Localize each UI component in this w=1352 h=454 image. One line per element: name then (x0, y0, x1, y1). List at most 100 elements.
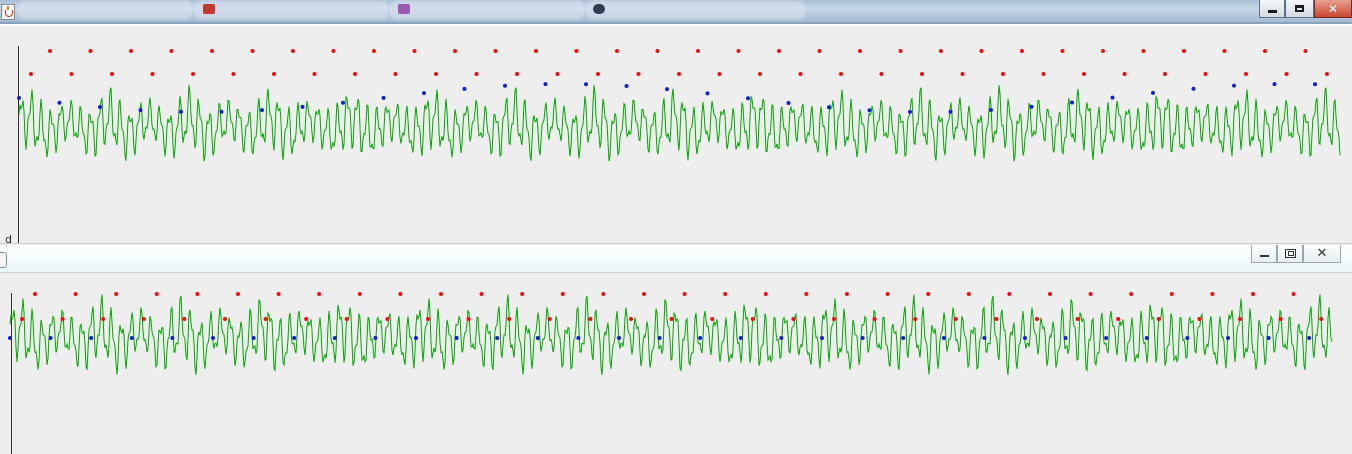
peak-marker (520, 292, 525, 296)
peak-marker (182, 317, 187, 321)
peak-marker (717, 72, 722, 76)
peak-marker (839, 72, 843, 76)
peak-marker (926, 292, 931, 296)
peak-marker (939, 49, 943, 53)
signal-line (18, 85, 1341, 162)
peak-marker (507, 317, 512, 321)
peak-marker (263, 317, 268, 321)
baseline-marker (454, 336, 459, 340)
peak-marker (555, 72, 560, 76)
peak-marker (1319, 317, 1324, 321)
close-button[interactable]: ✕ (1314, 0, 1352, 18)
baseline-marker (1232, 83, 1236, 88)
restore-button[interactable] (1277, 245, 1303, 263)
baseline-marker (300, 104, 305, 109)
peak-marker (677, 72, 681, 76)
minimize-button[interactable] (1259, 0, 1285, 18)
peak-marker (372, 49, 376, 53)
peak-marker (353, 72, 357, 76)
peak-marker (763, 292, 768, 296)
peak-marker (1238, 317, 1242, 321)
background-tab (20, 2, 190, 18)
marker-group (8, 292, 1324, 340)
peak-marker (798, 72, 803, 76)
baseline-marker (901, 336, 906, 340)
peak-marker (1048, 292, 1052, 296)
peak-marker (33, 292, 37, 296)
maximize-button[interactable] (1285, 0, 1314, 18)
baseline-marker (746, 96, 750, 101)
baseline-marker (989, 107, 993, 112)
peak-marker (231, 72, 236, 76)
peak-marker (588, 317, 593, 321)
peak-marker (1035, 317, 1039, 321)
peak-marker (1060, 49, 1065, 53)
frame-icon[interactable] (0, 252, 7, 268)
peak-marker (1141, 49, 1146, 53)
peak-marker (636, 72, 641, 76)
baseline-marker (786, 101, 791, 106)
peak-marker (110, 72, 114, 76)
baseline-marker (617, 336, 621, 340)
baseline-marker (779, 336, 784, 340)
peak-marker (479, 292, 484, 296)
peak-marker (669, 317, 674, 321)
java-app-icon[interactable] (1, 4, 15, 20)
baseline-marker (1070, 100, 1074, 105)
title-bar[interactable]: ✕ (0, 0, 1352, 24)
peak-marker (1182, 49, 1186, 53)
peak-marker (1222, 49, 1227, 53)
baseline-marker (462, 86, 467, 91)
app-icon (203, 4, 215, 14)
baseline-marker (948, 109, 953, 114)
peak-marker (236, 292, 240, 296)
baseline-marker (98, 105, 102, 110)
baseline-marker (827, 105, 831, 110)
baseline-marker (738, 336, 743, 340)
peak-marker (412, 49, 417, 53)
peak-marker (845, 292, 849, 296)
minimize-button[interactable] (1251, 245, 1277, 263)
peak-marker (101, 317, 106, 321)
restore-icon (1284, 249, 1296, 258)
close-icon: ✕ (1316, 246, 1328, 261)
peak-marker (1244, 72, 1248, 76)
peak-marker (29, 72, 33, 76)
baseline-marker (1313, 82, 1317, 87)
peak-marker (872, 317, 877, 321)
peak-marker (191, 72, 195, 76)
peak-marker (1210, 292, 1215, 296)
peak-marker (966, 292, 971, 296)
peak-marker (547, 317, 552, 321)
app-icon (398, 4, 410, 14)
peak-marker (858, 49, 862, 53)
peak-marker (398, 292, 403, 296)
peak-marker (317, 292, 322, 296)
peak-marker (1075, 317, 1080, 321)
internal-frame-title-bar[interactable]: ✕ (0, 245, 1352, 273)
peak-marker (69, 72, 74, 76)
peak-marker (291, 49, 295, 53)
baseline-marker (1307, 336, 1312, 340)
baseline-marker (138, 108, 143, 113)
peak-marker (515, 72, 519, 76)
baseline-marker (332, 336, 337, 340)
baseline-marker (820, 336, 824, 340)
peak-marker (1001, 72, 1005, 76)
peak-marker (223, 317, 227, 321)
peak-marker (141, 317, 146, 321)
peak-marker (60, 317, 65, 321)
baseline-marker (495, 336, 500, 340)
peak-marker (1169, 292, 1174, 296)
peak-marker (1101, 49, 1105, 53)
peak-marker (596, 72, 600, 76)
close-button[interactable]: ✕ (1303, 245, 1341, 263)
peak-marker (426, 317, 430, 321)
baseline-marker (705, 91, 710, 96)
peak-marker (453, 49, 457, 53)
baseline-marker (535, 336, 540, 340)
peak-marker (1041, 72, 1046, 76)
peak-marker (195, 292, 200, 296)
peak-marker (1251, 292, 1255, 296)
maximize-icon (1295, 5, 1304, 12)
